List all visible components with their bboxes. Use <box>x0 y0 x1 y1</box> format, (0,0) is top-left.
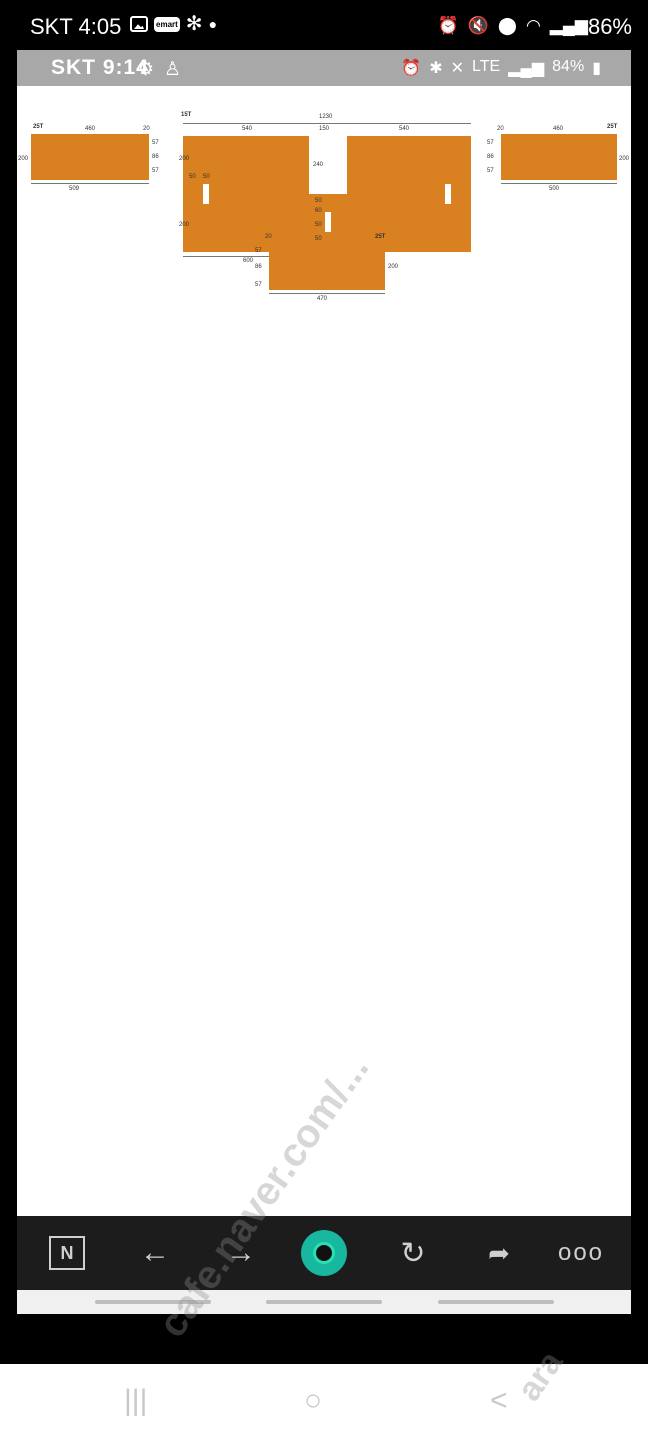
status-carrier-time: SKT 4:05 <box>30 14 122 39</box>
dot-icon: ● <box>208 16 218 32</box>
signal-icon: ▂▄▆ <box>508 60 545 77</box>
bottom-panel <box>269 244 385 290</box>
recent-apps-button[interactable]: ||| <box>124 1384 147 1418</box>
left-panel-corner-dim: 20 <box>143 126 150 132</box>
inner-gesture-bar <box>17 1290 631 1314</box>
mute-icon: 🔇 <box>467 16 489 35</box>
status-battery: 86% <box>587 14 632 39</box>
inner-battery: 84% <box>552 58 585 75</box>
left-panel-height-dim: 200 <box>18 156 29 162</box>
bottom-panel-bottom-line <box>269 293 385 294</box>
left-panel-right-b: 86 <box>152 154 159 160</box>
location-icon: ⬤ <box>497 16 517 35</box>
main-center-d: 50 <box>315 236 322 242</box>
right-panel <box>501 134 617 180</box>
battery-icon: ▮ <box>592 60 601 77</box>
right-panel-top-dim: 460 <box>553 126 564 132</box>
naver-home-button[interactable]: N <box>49 1236 85 1270</box>
left-panel-bottom-line <box>31 183 149 184</box>
main-left-height-top: 200 <box>179 156 190 162</box>
main-inner-left: 50 <box>189 174 196 180</box>
emart-icon: emart <box>154 16 180 32</box>
main-left-height-bottom: 200 <box>179 222 190 228</box>
main-center-a: 50 <box>315 198 322 204</box>
left-panel-right-a: 57 <box>152 140 159 146</box>
main-top-mid-dim: 150 <box>319 126 330 132</box>
browser-toolbar: N ← → ↻ ➦ ooo <box>17 1216 631 1290</box>
share-button[interactable]: ➦ <box>479 1230 519 1276</box>
main-panel-thickness: 15T <box>181 112 192 118</box>
right-panel-bottom-dim: 500 <box>549 186 560 192</box>
main-notch-depth: 240 <box>313 162 324 168</box>
bottom-panel-thickness: 25T <box>375 234 386 240</box>
right-panel-bottom-line <box>501 183 617 184</box>
back-button[interactable]: ← <box>135 1230 175 1276</box>
main-bottom-dim: 600 <box>243 258 254 264</box>
status-bar: SKT 4:05 emart ✻ ● ⏰ 🔇 ⬤ ◠ ▂▄▆ 86% <box>0 0 648 50</box>
fan-icon: ✻ <box>185 13 203 35</box>
signal-icon: ▂▄▆ <box>549 16 588 35</box>
cutting-diagram-image: 25T 460 20 200 57 86 57 509 15T 1230 540… <box>17 86 631 386</box>
left-panel <box>31 134 149 180</box>
wifi-icon: ◠ <box>525 16 541 35</box>
green-dot-button[interactable] <box>301 1230 347 1276</box>
gesture-bar-right <box>438 1300 554 1304</box>
left-panel-top-dim: 460 <box>85 126 96 132</box>
left-panel-thickness: 25T <box>33 124 44 130</box>
main-inner-right: 50 <box>203 174 210 180</box>
gallery-icon <box>130 16 148 32</box>
right-panel-left-a: 57 <box>487 140 494 146</box>
inner-icons-left: ⚙ ♙ <box>137 58 181 81</box>
status-icons-right: ⏰ 🔇 ⬤ ◠ ▂▄▆ <box>438 16 588 36</box>
main-top-total-line <box>183 123 471 124</box>
bottom-panel-left-a: 57 <box>255 248 262 254</box>
more-button[interactable]: ooo <box>558 1230 603 1276</box>
inner-icons-right: ⏰ ✱ ✕ LTE ▂▄▆ 84% ▮ <box>401 58 601 78</box>
bell-icon: ♙ <box>164 59 182 80</box>
main-slot-center <box>325 212 331 232</box>
right-panel-left-c: 57 <box>487 168 494 174</box>
bottom-panel-height-dim: 200 <box>388 264 399 270</box>
right-panel-corner-dim: 20 <box>497 126 504 132</box>
main-top-right-dim: 540 <box>399 126 410 132</box>
alarm-icon: ⏰ <box>401 60 422 77</box>
right-panel-thickness: 25T <box>607 124 618 130</box>
gesture-bar-center <box>266 1300 382 1304</box>
main-center-b: 60 <box>315 208 322 214</box>
bottom-panel-left-b: 86 <box>255 264 262 270</box>
home-button[interactable]: ○ <box>304 1384 322 1418</box>
bottom-panel-left-c: 57 <box>255 282 262 288</box>
right-panel-height-dim: 200 <box>619 156 630 162</box>
mute-icon: ✕ <box>450 60 465 77</box>
inner-carrier-time: SKT 9:14 <box>51 56 149 79</box>
bluetooth-icon: ✱ <box>429 60 443 77</box>
main-slot-left <box>203 184 209 204</box>
shield-icon: ⚙ <box>137 59 155 80</box>
system-back-button[interactable]: < <box>490 1384 508 1418</box>
refresh-button[interactable]: ↻ <box>393 1230 433 1276</box>
main-panel-right <box>347 136 471 252</box>
bottom-panel-corner-dim: 20 <box>265 234 272 240</box>
right-panel-left-b: 86 <box>487 154 494 160</box>
lte-label: LTE <box>472 58 501 75</box>
main-center-c: 50 <box>315 222 322 228</box>
left-panel-right-c: 57 <box>152 168 159 174</box>
inner-status-bar: SKT 9:14 ⚙ ♙ ⏰ ✱ ✕ LTE ▂▄▆ 84% ▮ <box>17 50 631 86</box>
left-panel-bottom-dim: 509 <box>69 186 80 192</box>
main-top-total-dim: 1230 <box>319 114 333 120</box>
bottom-panel-bottom-dim: 470 <box>317 296 328 302</box>
status-icons-left: emart ✻ ● <box>130 13 218 35</box>
main-panel-left <box>183 136 309 252</box>
alarm-icon: ⏰ <box>437 16 459 35</box>
main-top-left-dim: 540 <box>242 126 253 132</box>
main-slot-right <box>445 184 451 204</box>
